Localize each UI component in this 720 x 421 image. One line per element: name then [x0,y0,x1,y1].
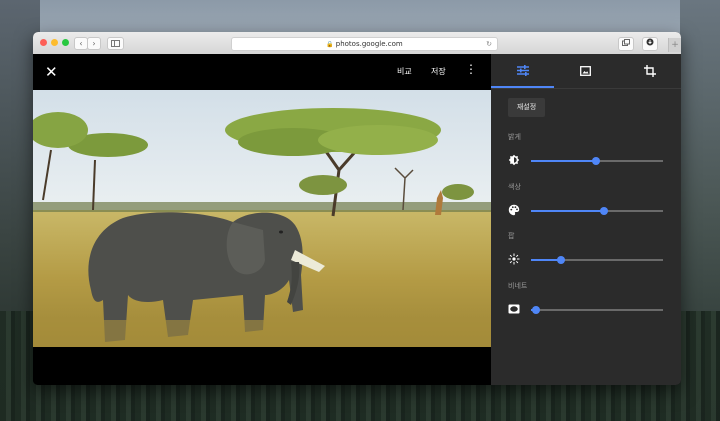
close-editor-button[interactable]: ✕ [45,63,58,81]
pop-label: 팝 [508,232,515,240]
url-text: photos.google.com [335,40,403,48]
minimize-window-button[interactable] [51,39,58,46]
brightness-slider-thumb[interactable] [591,157,600,165]
forward-button[interactable]: › [87,37,101,50]
sliders-icon [516,64,529,76]
downloads-button[interactable] [642,37,658,51]
pop-slider[interactable] [531,256,663,264]
color-label: 색상 [508,183,521,191]
adjustments-panel: 재설정 밝게 색상 팝 비네트 [491,54,681,385]
vignette-slider-thumb[interactable] [532,306,541,314]
pop-slider-thumb[interactable] [557,256,566,264]
sidebar-icon [111,40,120,47]
brightness-icon [508,154,520,166]
reset-button[interactable]: 재설정 [508,98,545,117]
vignette-slider[interactable] [531,306,663,314]
save-button[interactable]: 저장 [431,66,446,77]
color-slider-thumb[interactable] [599,207,608,215]
tabs-overview-button[interactable] [618,37,634,51]
photo-icon [580,66,591,76]
brightness-slider[interactable] [531,157,663,165]
new-tab-button[interactable]: + [668,38,681,52]
back-button[interactable]: ‹ [74,37,88,50]
tab-filters[interactable] [554,54,617,88]
color-slider[interactable] [531,207,663,215]
vignette-label: 비네트 [508,282,528,290]
tab-adjust[interactable] [491,54,554,88]
compare-button[interactable]: 비교 [397,66,412,77]
tab-crop[interactable] [618,54,681,88]
browser-window: ‹ › 🔒 photos.google.com ↻ + ✕ 비교 저장 ⋮ 재설… [33,32,681,385]
sidebar-toggle-button[interactable] [107,37,124,50]
tabs-icon [622,39,630,46]
close-window-button[interactable] [40,39,47,46]
lock-icon: 🔒 [326,41,334,48]
zoom-window-button[interactable] [62,39,69,46]
download-icon [646,38,654,46]
vignette-icon [508,304,520,314]
brightness-label: 밝게 [508,133,521,141]
browser-toolbar: ‹ › 🔒 photos.google.com ↻ + [33,32,681,55]
elephant-photo [33,90,491,347]
photo-editor: ✕ 비교 저장 ⋮ [33,54,491,385]
color-slider-fill [531,210,604,212]
editor-top-bar: ✕ 비교 저장 ⋮ [33,54,491,90]
brightness-slider-fill [531,160,596,162]
pop-icon [508,253,520,265]
more-options-icon[interactable]: ⋮ [465,63,477,75]
address-bar[interactable]: 🔒 photos.google.com ↻ [231,37,498,51]
crop-icon [643,65,656,77]
reload-icon[interactable]: ↻ [486,38,492,50]
palette-icon [508,204,520,216]
editor-tabs [491,54,681,89]
photo-preview [33,90,491,347]
